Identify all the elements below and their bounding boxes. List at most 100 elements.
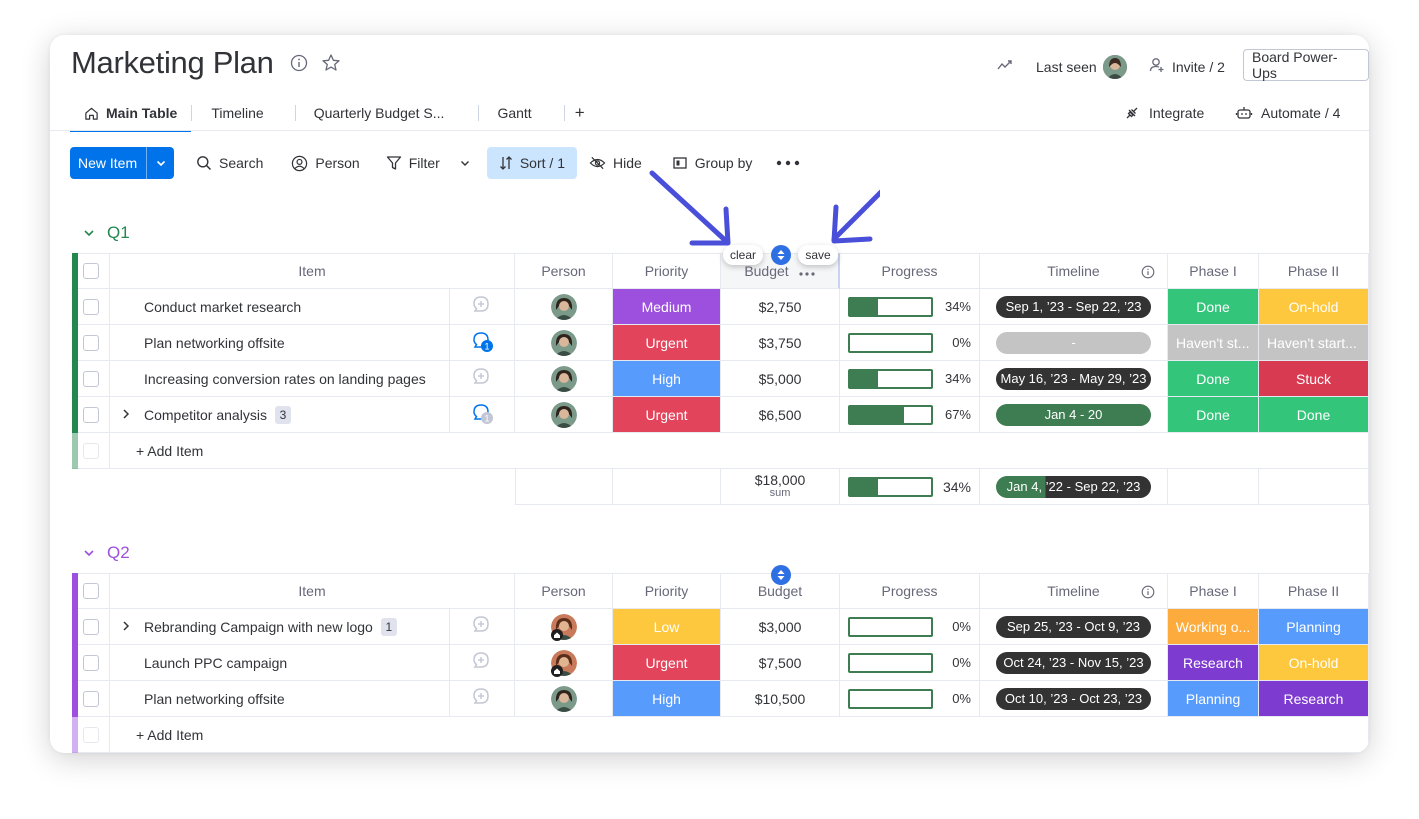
updates-button[interactable]: 1 <box>450 397 515 433</box>
column-header-item[interactable]: Item <box>110 573 515 609</box>
add-item-label[interactable]: + Add Item <box>136 443 203 459</box>
avatar[interactable] <box>550 329 577 356</box>
column-header-priority[interactable]: Priority <box>613 253 721 289</box>
phase2-status[interactable]: On-hold <box>1259 289 1368 324</box>
priority-status[interactable]: Low <box>613 609 720 644</box>
chevron-down-icon[interactable] <box>83 547 95 559</box>
cell-phase2[interactable]: Planning <box>1259 609 1369 645</box>
cell-item[interactable]: Plan networking offsite <box>110 681 450 717</box>
search-button[interactable]: Search <box>188 147 271 179</box>
cell-progress[interactable]: 0% <box>840 325 980 361</box>
cell-timeline[interactable]: - <box>980 325 1168 361</box>
select-all-checkbox[interactable] <box>82 263 99 279</box>
priority-status[interactable]: Medium <box>613 289 720 324</box>
tab-timeline[interactable]: Timeline <box>192 95 294 131</box>
cell-phase2[interactable]: Stuck <box>1259 361 1369 397</box>
budget-value[interactable]: $10,500 <box>755 691 806 707</box>
add-view-button[interactable]: + <box>565 95 595 131</box>
cell-phase2[interactable]: Done <box>1259 397 1369 433</box>
cell-timeline[interactable]: Oct 10, ’23 - Oct 23, ’23 <box>980 681 1168 717</box>
column-header-item[interactable]: Item <box>110 253 515 289</box>
add-update-icon[interactable] <box>470 365 494 392</box>
board-powerups-button[interactable]: Board Power-Ups <box>1243 49 1369 81</box>
cell-person[interactable] <box>515 289 613 325</box>
cell-priority[interactable]: Urgent <box>613 325 721 361</box>
chevron-down-icon[interactable] <box>459 157 471 169</box>
item-name[interactable]: Increasing conversion rates on landing p… <box>144 371 426 387</box>
timeline-pill[interactable]: Jan 4 - 20 <box>996 403 1151 426</box>
column-menu-icon[interactable] <box>799 263 815 279</box>
cell-phase2[interactable]: On-hold <box>1259 289 1369 325</box>
phase1-status[interactable]: Done <box>1168 397 1258 432</box>
updates-count-icon[interactable]: 1 <box>470 329 494 356</box>
cell-person[interactable] <box>515 397 613 433</box>
updates-button[interactable] <box>450 289 515 325</box>
timeline-pill[interactable]: Sep 25, ’23 - Oct 9, ’23 <box>996 615 1151 638</box>
table-row[interactable]: Launch PPC campaign Urgent $7,500 0% Oct 24,… <box>72 645 1369 681</box>
cell-phase1[interactable]: Done <box>1168 289 1259 325</box>
cell-person[interactable] <box>515 609 613 645</box>
phase2-status[interactable]: Planning <box>1259 609 1368 644</box>
avatar[interactable] <box>550 293 577 320</box>
phase2-status[interactable]: Done <box>1259 397 1368 432</box>
cell-timeline[interactable]: May 16, ’23 - May 29, ’23 <box>980 361 1168 397</box>
avatar[interactable] <box>550 685 577 712</box>
cell-progress[interactable]: 34% <box>840 289 980 325</box>
person-filter-button[interactable]: Person <box>283 147 367 179</box>
star-icon[interactable] <box>321 53 341 73</box>
column-header-progress[interactable]: Progress <box>840 253 980 289</box>
new-item-dropdown[interactable] <box>146 147 174 179</box>
invite-user-icon[interactable] <box>1148 56 1166 74</box>
cell-person[interactable] <box>515 681 613 717</box>
cell-phase1[interactable]: Research <box>1168 645 1259 681</box>
add-update-icon[interactable] <box>470 649 494 676</box>
cell-phase1[interactable]: Haven't st... <box>1168 325 1259 361</box>
add-update-icon[interactable] <box>470 613 494 640</box>
tab-gantt[interactable]: Gantt <box>479 95 563 131</box>
cell-priority[interactable]: High <box>613 681 721 717</box>
phase2-status[interactable]: On-hold <box>1259 645 1368 680</box>
add-item-row[interactable]: + Add Item <box>72 717 1369 753</box>
column-header-person[interactable]: Person <box>515 573 613 609</box>
automate-button[interactable]: Automate / 4 <box>1235 101 1340 125</box>
priority-status[interactable]: High <box>613 361 720 396</box>
column-header-phase1[interactable]: Phase I <box>1168 253 1259 289</box>
add-update-icon[interactable] <box>470 293 494 320</box>
timeline-pill[interactable]: - <box>996 331 1151 354</box>
chevron-right-icon[interactable] <box>120 619 132 635</box>
timeline-pill[interactable]: Sep 1, ’23 - Sep 22, ’23 <box>996 295 1151 318</box>
cell-timeline[interactable]: Oct 24, ’23 - Nov 15, ’23 <box>980 645 1168 681</box>
cell-progress[interactable]: 0% <box>840 609 980 645</box>
cell-person[interactable] <box>515 645 613 681</box>
cell-person[interactable] <box>515 325 613 361</box>
filter-button[interactable]: Filter <box>378 147 479 179</box>
budget-value[interactable]: $6,500 <box>759 407 802 423</box>
column-header-timeline[interactable]: Timeline <box>980 253 1168 289</box>
add-update-icon[interactable] <box>470 685 494 712</box>
updates-button[interactable] <box>450 645 515 681</box>
info-icon[interactable] <box>1141 265 1155 282</box>
info-icon[interactable] <box>1141 585 1155 602</box>
add-item-button[interactable]: + Add Item <box>110 433 1369 469</box>
cell-progress[interactable]: 0% <box>840 681 980 717</box>
select-all-checkbox[interactable] <box>82 583 99 599</box>
group-header-q1[interactable]: Q1 <box>83 223 130 243</box>
cell-phase2[interactable]: Haven't start... <box>1259 325 1369 361</box>
add-item-label[interactable]: + Add Item <box>136 727 203 743</box>
updates-button[interactable] <box>450 681 515 717</box>
cell-timeline[interactable]: Sep 1, ’23 - Sep 22, ’23 <box>980 289 1168 325</box>
cell-priority[interactable]: Medium <box>613 289 721 325</box>
phase1-status[interactable]: Research <box>1168 645 1258 680</box>
sort-button[interactable]: Sort / 1 <box>486 147 577 179</box>
phase2-status[interactable]: Haven't start... <box>1259 325 1368 360</box>
cell-timeline[interactable]: Sep 25, ’23 - Oct 9, ’23 <box>980 609 1168 645</box>
avatar[interactable] <box>550 365 577 392</box>
phase1-status[interactable]: Done <box>1168 289 1258 324</box>
budget-value[interactable]: $7,500 <box>759 655 802 671</box>
row-checkbox[interactable] <box>82 406 99 423</box>
cell-priority[interactable]: Urgent <box>613 397 721 433</box>
cell-priority[interactable]: Urgent <box>613 645 721 681</box>
cell-person[interactable] <box>515 361 613 397</box>
subitems-count-badge[interactable]: 1 <box>380 617 397 636</box>
cell-item[interactable]: Launch PPC campaign <box>110 645 450 681</box>
